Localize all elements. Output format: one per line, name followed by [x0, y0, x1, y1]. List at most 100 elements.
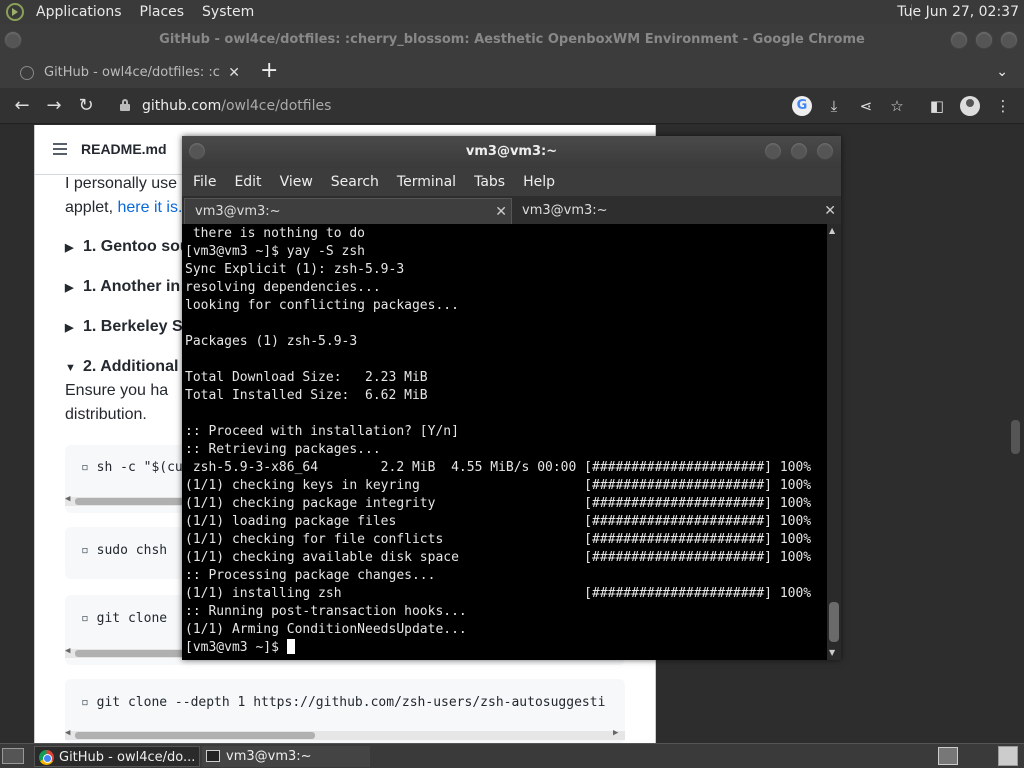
terminal-line: (1/1) loading package files [###########…: [185, 514, 812, 529]
taskbar-item-terminal[interactable]: vm3@vm3:~: [202, 746, 370, 767]
show-desktop-icon[interactable]: [2, 748, 24, 764]
scroll-up-arrow-icon[interactable]: ▲: [829, 226, 835, 235]
clock[interactable]: Tue Jun 27, 02:37: [897, 0, 1019, 24]
terminal-menu-search[interactable]: Search: [322, 174, 388, 190]
terminal-line: (1/1) checking available disk space [###…: [185, 550, 812, 565]
terminal-menu-terminal[interactable]: Terminal: [388, 174, 465, 190]
terminal-tab-bar: vm3@vm3:~ ✕ vm3@vm3:~ ✕: [182, 196, 841, 224]
terminal-line: :: Processing package changes...: [185, 568, 436, 583]
terminal-tab-1[interactable]: vm3@vm3:~ ✕: [184, 198, 512, 224]
terminal-line: (1/1) installing zsh [##################…: [185, 586, 812, 601]
terminal-window: vm3@vm3:~ File Edit View Search Terminal…: [182, 136, 841, 660]
terminal-title-text: vm3@vm3:~: [465, 144, 558, 159]
terminal-tab-close-icon[interactable]: ✕: [495, 199, 507, 225]
install-app-icon[interactable]: ⤓: [824, 96, 844, 116]
menu-applications[interactable]: Applications: [27, 0, 131, 24]
terminal-line: :: Retrieving packages...: [185, 442, 381, 457]
expanded-triangle-icon: ▼: [65, 362, 76, 374]
taskbar-item-chrome[interactable]: GitHub - owl4ce/do...: [34, 746, 200, 767]
profile-avatar-icon[interactable]: [960, 96, 980, 116]
section-additional[interactable]: ▼ 2. Additional: [65, 358, 178, 376]
section-another[interactable]: ▶ 1. Another in: [65, 278, 180, 296]
section-gentoo[interactable]: ▶ 1. Gentoo sou: [65, 238, 190, 256]
terminal-menu-tabs[interactable]: Tabs: [465, 174, 514, 190]
terminal-menu-help[interactable]: Help: [514, 174, 564, 190]
code-block-4[interactable]: git clone --depth 1 https://github.com/z…: [65, 679, 625, 743]
section-berkeley[interactable]: ▶ 1. Berkeley S: [65, 318, 183, 336]
terminal-line: resolving dependencies...: [185, 280, 381, 295]
terminal-close-button[interactable]: [816, 142, 834, 160]
terminal-tab-close-icon[interactable]: ✕: [824, 198, 836, 224]
back-arrow-icon[interactable]: ←: [10, 94, 34, 118]
chrome-logo-icon: [39, 750, 54, 765]
workspace-switcher[interactable]: [938, 747, 958, 765]
terminal-scrollbar-thumb[interactable]: [829, 602, 839, 642]
terminal-maximize-button[interactable]: [790, 142, 808, 160]
terminal-line: Total Download Size: 2.23 MiB: [185, 370, 428, 385]
terminal-title-bar[interactable]: vm3@vm3:~: [182, 136, 841, 168]
trash-icon[interactable]: [998, 746, 1018, 766]
menu-places[interactable]: Places: [131, 0, 194, 24]
taskbar-item-label: vm3@vm3:~: [226, 749, 312, 764]
terminal-line: (1/1) checking for file conflicts [#####…: [185, 532, 812, 547]
terminal-minimize-button[interactable]: [764, 142, 782, 160]
bookmark-star-icon[interactable]: ☆: [887, 96, 907, 116]
code-line: sh -c "$(cu: [81, 460, 183, 475]
code-scrollbar[interactable]: ◀ ▶: [65, 728, 625, 740]
page-scrollbar-thumb[interactable]: [1011, 420, 1020, 454]
outline-list-icon[interactable]: [53, 143, 67, 155]
terminal-line: :: Running post-transaction hooks...: [185, 604, 467, 619]
terminal-tab-2[interactable]: vm3@vm3:~ ✕: [512, 198, 840, 224]
page-scrollbar[interactable]: [1008, 125, 1024, 743]
tab-strip: GitHub - owl4ce/dotfiles: :che ✕ + ⌄: [0, 56, 1024, 88]
side-panel-icon[interactable]: ◧: [927, 96, 947, 116]
terminal-cursor: [286, 639, 295, 654]
terminal-line: zsh-5.9-3-x86_64 2.2 MiB 4.55 MiB/s 00:0…: [185, 460, 812, 475]
browser-tab-github[interactable]: GitHub - owl4ce/dotfiles: :che ✕: [14, 58, 246, 88]
chrome-menu-icon[interactable]: ⋮: [993, 96, 1013, 116]
terminal-menu-file[interactable]: File: [184, 174, 225, 190]
reload-icon[interactable]: ↻: [74, 94, 98, 118]
window-menu-button[interactable]: [4, 31, 22, 49]
maximize-button[interactable]: [975, 31, 993, 49]
terminal-line: Total Installed Size: 6.62 MiB: [185, 388, 428, 403]
intro-paragraph-line1: I personally use: [65, 175, 178, 192]
tab-close-icon[interactable]: ✕: [228, 58, 240, 88]
here-it-is-link[interactable]: here it is.: [118, 199, 183, 216]
terminal-tab-label: vm3@vm3:~: [195, 204, 281, 219]
new-tab-icon[interactable]: +: [260, 56, 278, 86]
terminal-window-menu-button[interactable]: [188, 142, 206, 160]
code-line: git clone --depth 1 https://github.com/z…: [81, 695, 606, 710]
code-line: sudo chsh: [81, 543, 167, 558]
github-favicon-icon: [20, 66, 34, 80]
terminal-line: looking for conflicting packages...: [185, 298, 459, 313]
lock-icon[interactable]: [120, 99, 130, 111]
terminal-line: there is nothing to do: [185, 226, 366, 241]
code-line: git clone: [81, 611, 167, 626]
scroll-down-arrow-icon[interactable]: ▼: [829, 648, 835, 657]
minimize-button[interactable]: [950, 31, 968, 49]
terminal-menu-view[interactable]: View: [271, 174, 322, 190]
terminal-line: Sync Explicit (1): zsh-5.9-3: [185, 262, 405, 277]
distribution-text: distribution.: [65, 406, 147, 423]
taskbar-item-label: GitHub - owl4ce/do...: [59, 750, 196, 765]
terminal-line: (1/1) checking keys in keyring [########…: [185, 478, 812, 493]
tab-search-chevron-icon[interactable]: ⌄: [996, 56, 1008, 88]
share-icon[interactable]: ⋖: [856, 96, 876, 116]
close-window-button[interactable]: [1000, 31, 1018, 49]
top-panel: Applications Places System Tue Jun 27, 0…: [0, 0, 1024, 24]
forward-arrow-icon[interactable]: →: [42, 94, 66, 118]
applications-logo-icon[interactable]: [6, 3, 24, 21]
collapsed-triangle-icon: ▶: [65, 322, 74, 334]
url-text[interactable]: github.com/owl4ce/dotfiles: [142, 92, 331, 120]
terminal-scrollbar[interactable]: ▲ ▼: [827, 224, 841, 660]
browser-toolbar: ← → ↻ github.com/owl4ce/dotfiles G ⤓ ⋖ ☆…: [0, 88, 1024, 124]
intro-paragraph-line2: applet, here it is.: [65, 199, 183, 216]
terminal-menu-edit[interactable]: Edit: [225, 174, 270, 190]
bottom-taskbar: GitHub - owl4ce/do... vm3@vm3:~: [0, 743, 1024, 768]
terminal-menubar: File Edit View Search Terminal Tabs Help: [182, 168, 841, 196]
terminal-output[interactable]: there is nothing to do [vm3@vm3 ~]$ yay -…: [182, 224, 827, 660]
menu-system[interactable]: System: [193, 0, 263, 24]
readme-title: README.md: [81, 141, 167, 157]
google-lens-icon[interactable]: G: [792, 96, 812, 116]
